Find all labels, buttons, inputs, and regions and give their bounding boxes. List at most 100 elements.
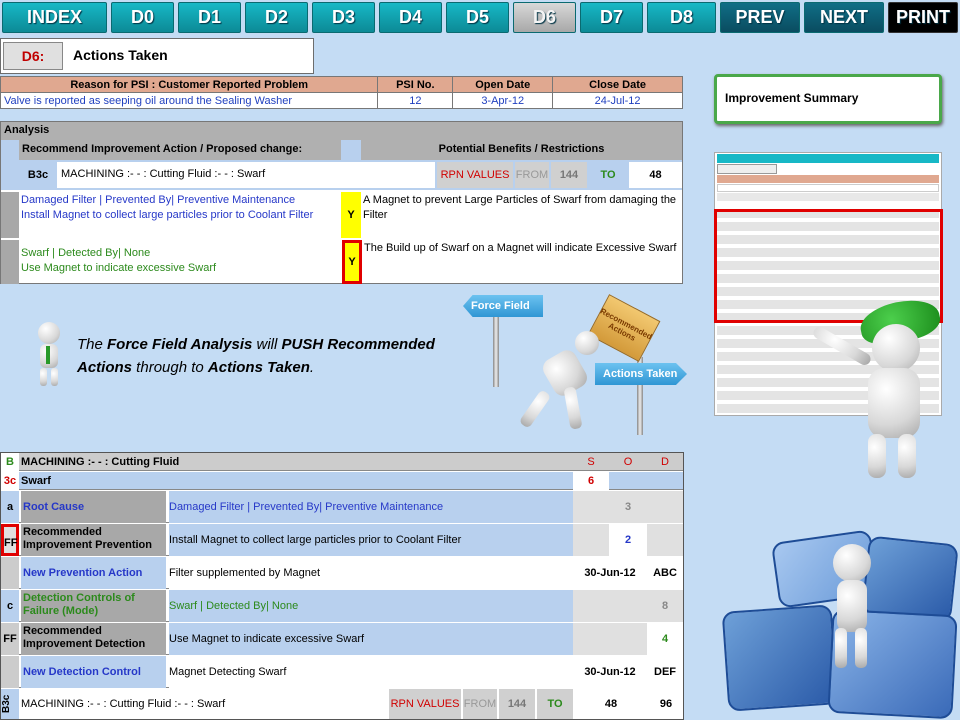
recommended-actions-box: Recommended Actions: [587, 294, 661, 362]
nav-d2-button[interactable]: D2: [245, 2, 308, 33]
close-date-header: Close Date: [552, 76, 683, 93]
nav-d1-button[interactable]: D1: [178, 2, 241, 33]
fmea-table: B MACHINING :- - : Cutting Fluid S O D 3…: [0, 452, 684, 720]
fmea-to-value: 48: [604, 698, 618, 710]
fmea-row-code: [1, 557, 19, 589]
fmea-row-value: Swarf | Detected By| None: [169, 590, 573, 622]
fmea-row-label: Recommended Improvement Prevention: [21, 524, 166, 556]
fmea-row-value: Magnet Detecting Swarf: [169, 656, 573, 688]
psi-table: Reason for PSI : Customer Reported Probl…: [0, 76, 683, 109]
caption-part: through to: [132, 359, 208, 376]
fmea-from-value: 144: [499, 689, 535, 719]
actions-taken-sign: Actions Taken: [595, 363, 687, 385]
psi-reason-header: Reason for PSI : Customer Reported Probl…: [0, 76, 379, 93]
fmea-end-value: 96: [659, 698, 673, 710]
fmea-footer-process: MACHINING :- - : Cutting Fluid :- - : Sw…: [21, 698, 226, 710]
improvement-summary-button[interactable]: Improvement Summary: [714, 74, 942, 124]
fmea-row-value: Damaged Filter | Prevented By| Preventiv…: [169, 491, 573, 523]
nav-d3-button[interactable]: D3: [312, 2, 375, 33]
nav-d0-button[interactable]: D0: [111, 2, 174, 33]
psi-reason: Valve is reported as seeping oil around …: [0, 92, 379, 109]
open-date-header: Open Date: [452, 76, 554, 93]
thinking-person-icon: [833, 544, 871, 582]
puzzle-illustration: [715, 520, 960, 720]
to-label: TO: [589, 162, 627, 188]
caption-bold-actions-taken: Actions Taken: [207, 359, 310, 376]
analysis-flag-2[interactable]: Y: [342, 240, 362, 284]
force-field-illustration: Force Field Actions Taken Recommended Ac…: [455, 294, 705, 435]
fmea-row-o: 3: [609, 491, 647, 523]
nav-index-button[interactable]: INDEX: [2, 2, 107, 33]
fmea-row-d: 4: [647, 623, 683, 655]
nav-prev-button[interactable]: PREV: [720, 2, 800, 33]
close-date: 24-Jul-12: [552, 92, 683, 109]
fmea-row-d: 8: [647, 590, 683, 622]
fmea-rpn-label: RPN VALUES: [389, 689, 461, 719]
analysis-panel: Analysis Recommend Improvement Action / …: [0, 121, 683, 284]
fmea-3c-text: Swarf: [21, 475, 51, 487]
fmea-row-label: New Prevention Action: [21, 557, 166, 589]
fmea-from-label: FROM: [463, 689, 497, 719]
thinking-figure-icon: [30, 322, 70, 387]
d6-code: D6:: [3, 42, 63, 70]
fmea-3c-code: 3c: [1, 472, 19, 490]
row-code: B3c: [21, 162, 55, 188]
analysis-flag-1[interactable]: Y: [341, 192, 361, 238]
caption-bold-force-field: Force Field Analysis: [107, 336, 253, 353]
analysis-action-1: Damaged Filter | Prevented By| Preventiv…: [21, 193, 339, 237]
fmea-row-code: a: [1, 491, 19, 523]
pushing-figure-icon: [575, 331, 599, 355]
row-process: MACHINING :- - : Cutting Fluid :- - : Sw…: [57, 162, 435, 188]
open-date: 3-Apr-12: [452, 92, 554, 109]
psi-number-header: PSI No.: [377, 76, 454, 93]
fmea-s-header: S: [587, 456, 595, 468]
fmea-to-label: TO: [537, 689, 573, 719]
fmea-footer-code: B3c: [1, 689, 19, 719]
caption-part: .: [309, 359, 315, 376]
nav-d7-button[interactable]: D7: [580, 2, 643, 33]
analysis-benefit-2: The Build up of Swarf on a Magnet will i…: [364, 242, 677, 254]
analysis-action-2: Swarf | Detected By| None Use Magnet to …: [21, 247, 217, 274]
fmea-row-label: Detection Controls of Failure (Mode): [21, 590, 166, 622]
fmea-row-code: FF: [1, 623, 19, 655]
hat-figure-illustration: [790, 294, 960, 485]
nav-d6-button[interactable]: D6: [513, 2, 576, 33]
fmea-row-date: 30-Jun-12: [573, 557, 647, 589]
caption: The Force Field Analysis will PUSH Recom…: [77, 333, 477, 379]
page-header: D6: Actions Taken: [0, 38, 314, 74]
fmea-row-o: 2: [609, 524, 647, 556]
fmea-b-code: B: [1, 453, 19, 471]
nav-print-button[interactable]: PRINT: [888, 2, 958, 33]
nav-d5-button[interactable]: D5: [446, 2, 509, 33]
fmea-row-code: [1, 656, 19, 688]
fmea-row-code: FF: [1, 524, 19, 556]
analysis-title: Analysis: [1, 122, 682, 140]
from-value: 144: [551, 162, 587, 188]
nav-next-button[interactable]: NEXT: [804, 2, 884, 33]
nav-d8-button[interactable]: D8: [647, 2, 716, 33]
fmea-b-process: MACHINING :- - : Cutting Fluid: [21, 456, 180, 468]
caption-part: will: [252, 336, 282, 353]
fmea-row-value: Install Magnet to collect large particle…: [169, 524, 573, 556]
nav-d4-button[interactable]: D4: [379, 2, 442, 33]
fmea-3c-s: 6: [573, 472, 609, 490]
fmea-row-value: Filter supplemented by Magnet: [169, 557, 573, 589]
fmea-row-label: Recommended Improvement Detection: [21, 623, 166, 655]
recommend-action-header: Recommend Improvement Action / Proposed …: [19, 140, 341, 160]
from-label: FROM: [515, 162, 549, 188]
psi-number: 12: [377, 92, 454, 109]
analysis-benefit-1: A Magnet to prevent Large Particles of S…: [363, 194, 677, 221]
top-nav: INDEX D0 D1 D2 D3 D4 D5 D6 D7 D8 PREV NE…: [0, 0, 960, 35]
to-value: 48: [629, 162, 682, 188]
fmea-row-code: c: [1, 590, 19, 622]
fmea-row-owner: DEF: [647, 656, 683, 688]
fmea-row-label: Root Cause: [21, 491, 166, 523]
fmea-row-value: Use Magnet to indicate excessive Swarf: [169, 623, 573, 655]
page-title: Actions Taken: [73, 47, 168, 63]
fmea-row-label: New Detection Control: [21, 656, 166, 688]
rpn-label: RPN VALUES: [437, 162, 513, 188]
improvement-summary-label: Improvement Summary: [725, 91, 859, 105]
force-field-sign: Force Field: [463, 295, 543, 317]
caption-part: The: [77, 336, 108, 353]
fmea-o-header: O: [623, 456, 633, 468]
